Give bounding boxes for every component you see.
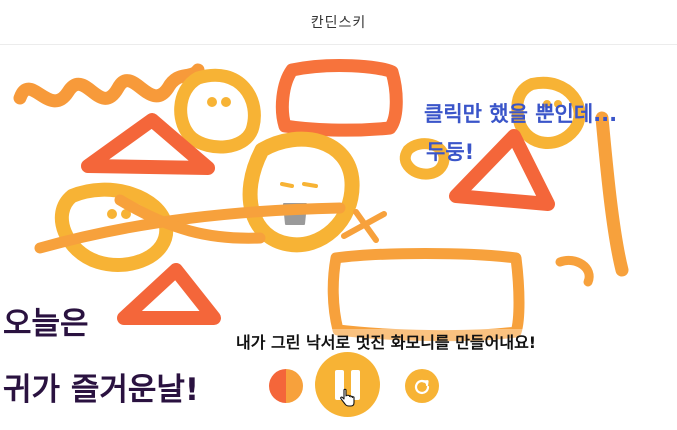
pause-icon [335, 369, 344, 400]
app-title: 칸딘스키 [310, 15, 367, 31]
caption-click-line1: 클릭만 했을 뿐인데... [424, 102, 618, 126]
blob-bottom-right [555, 256, 594, 287]
triangle-bottom-left [117, 263, 221, 325]
eye-left-1 [207, 97, 217, 107]
pause-icon-bar-2 [351, 369, 360, 400]
face-ring-left [174, 68, 261, 154]
caption-fun-day: 귀가 즐거운날! [3, 372, 200, 408]
face-ring-center [242, 131, 360, 253]
color-toggle-button[interactable] [269, 369, 303, 403]
reset-button[interactable] [405, 369, 439, 403]
caption-today: 오늘은 [3, 306, 89, 342]
vertical-stroke-right [595, 111, 629, 277]
pause-button[interactable] [315, 352, 380, 417]
mid-frame [327, 248, 525, 342]
caption-click-line2: 두둥! [426, 140, 475, 164]
eye-left-2 [221, 97, 231, 107]
caption-harmony: 내가 그린 낙서로 멋진 화모니를 만들어내요! [234, 329, 539, 353]
top-bar: 칸딘스키 [0, 0, 677, 45]
rounded-rect-top [275, 59, 403, 137]
wavy-scribble [13, 63, 205, 108]
eye-bottom-1 [107, 209, 117, 219]
face-eyes-center [280, 182, 318, 188]
refresh-icon [414, 379, 430, 395]
